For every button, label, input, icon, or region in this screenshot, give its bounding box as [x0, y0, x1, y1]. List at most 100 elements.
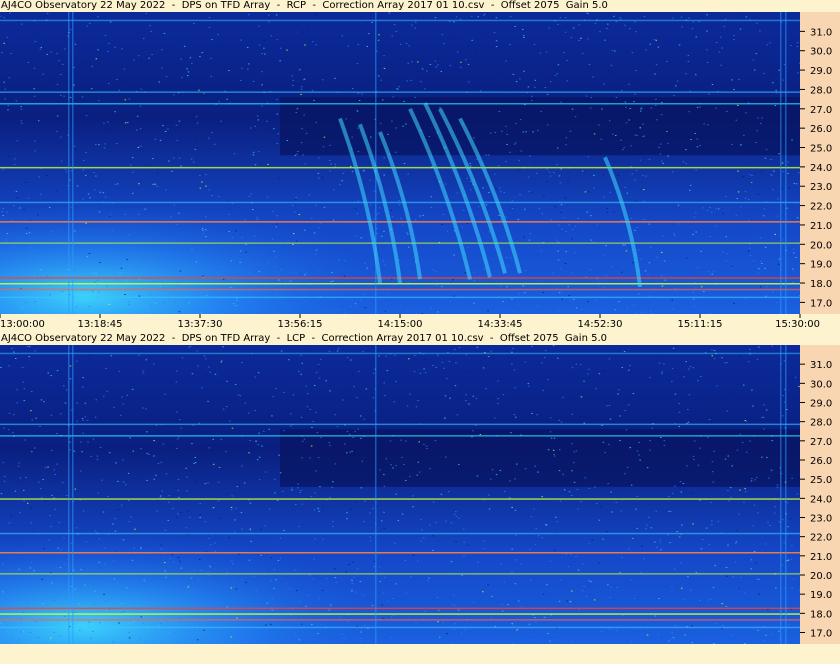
noise-speck	[274, 266, 277, 268]
noise-speck	[165, 76, 168, 78]
noise-speck	[409, 475, 411, 477]
noise-speck	[572, 27, 575, 29]
noise-speck	[138, 213, 140, 215]
noise-speck	[730, 266, 733, 268]
noise-speck	[328, 442, 330, 444]
noise-speck	[394, 354, 396, 356]
noise-speck	[228, 70, 230, 72]
noise-speck	[659, 539, 662, 541]
noise-speck	[125, 587, 128, 589]
noise-speck	[645, 528, 647, 530]
interference-line	[0, 532, 800, 535]
noise-speck	[247, 14, 250, 16]
noise-speck	[22, 381, 25, 383]
noise-speck	[54, 474, 56, 475]
noise-speck	[647, 274, 649, 276]
noise-speck	[715, 623, 718, 625]
noise-speck	[690, 589, 692, 591]
noise-speck	[577, 569, 580, 571]
noise-speck	[497, 398, 499, 400]
noise-speck	[3, 42, 5, 44]
noise-speck	[529, 232, 532, 234]
noise-speck	[385, 132, 387, 134]
noise-speck	[636, 527, 638, 529]
noise-speck	[55, 567, 58, 569]
noise-speck	[69, 365, 72, 367]
noise-speck	[584, 477, 587, 479]
noise-speck	[490, 350, 492, 352]
noise-speck	[204, 358, 207, 360]
noise-speck	[96, 264, 98, 266]
noise-speck	[236, 486, 239, 488]
noise-speck	[641, 545, 643, 547]
noise-speck	[347, 388, 350, 390]
noise-speck	[670, 639, 672, 641]
noise-speck	[360, 487, 363, 489]
noise-speck	[85, 222, 87, 224]
noise-speck	[111, 229, 114, 231]
noise-speck	[549, 417, 552, 419]
noise-speck	[205, 374, 207, 376]
noise-speck	[487, 584, 489, 586]
noise-speck	[656, 546, 658, 548]
noise-speck	[661, 285, 664, 287]
noise-speck	[554, 206, 557, 208]
noise-speck	[728, 500, 730, 502]
noise-speck	[726, 410, 728, 412]
noise-speck	[453, 513, 456, 515]
noise-speck	[315, 14, 317, 16]
noise-speck	[370, 204, 372, 206]
noise-speck	[46, 53, 48, 55]
noise-speck	[402, 125, 404, 127]
noise-speck	[725, 567, 728, 568]
noise-speck	[750, 559, 753, 561]
noise-speck	[739, 206, 742, 208]
noise-speck	[653, 39, 656, 41]
noise-speck	[70, 247, 72, 249]
noise-speck	[772, 291, 774, 293]
noise-speck	[59, 566, 62, 568]
noise-speck	[760, 286, 762, 288]
noise-speck	[84, 591, 86, 593]
noise-speck	[559, 449, 561, 451]
noise-speck	[98, 100, 100, 102]
noise-speck	[236, 617, 238, 619]
noise-speck	[219, 517, 222, 519]
noise-speck	[82, 169, 85, 171]
noise-speck	[424, 372, 427, 374]
noise-speck	[258, 25, 260, 27]
noise-speck	[31, 451, 33, 453]
noise-speck	[108, 83, 110, 84]
noise-speck	[602, 254, 605, 256]
noise-speck	[16, 197, 19, 198]
noise-speck	[42, 73, 44, 75]
noise-speck	[203, 92, 205, 94]
noise-speck	[343, 275, 346, 277]
noise-speck	[573, 481, 576, 483]
noise-speck	[93, 604, 96, 605]
noise-speck	[28, 356, 30, 358]
noise-speck	[208, 575, 210, 577]
noise-speck	[669, 542, 671, 544]
noise-speck	[631, 67, 633, 69]
noise-speck	[588, 580, 591, 582]
noise-speck	[43, 425, 45, 427]
noise-speck	[686, 465, 688, 467]
noise-speck	[699, 145, 701, 147]
noise-speck	[744, 488, 746, 490]
noise-speck	[768, 477, 770, 479]
noise-speck	[529, 579, 532, 581]
noise-speck	[220, 361, 223, 363]
noise-speck	[591, 539, 594, 541]
noise-speck	[469, 165, 472, 167]
noise-speck	[709, 236, 711, 237]
noise-speck	[539, 52, 542, 54]
noise-speck	[695, 231, 697, 233]
noise-speck	[501, 604, 503, 606]
noise-speck	[657, 634, 660, 636]
noise-speck	[697, 464, 700, 466]
noise-speck	[594, 486, 596, 488]
noise-speck	[639, 258, 642, 260]
noise-speck	[514, 387, 516, 389]
noise-speck	[472, 395, 474, 397]
